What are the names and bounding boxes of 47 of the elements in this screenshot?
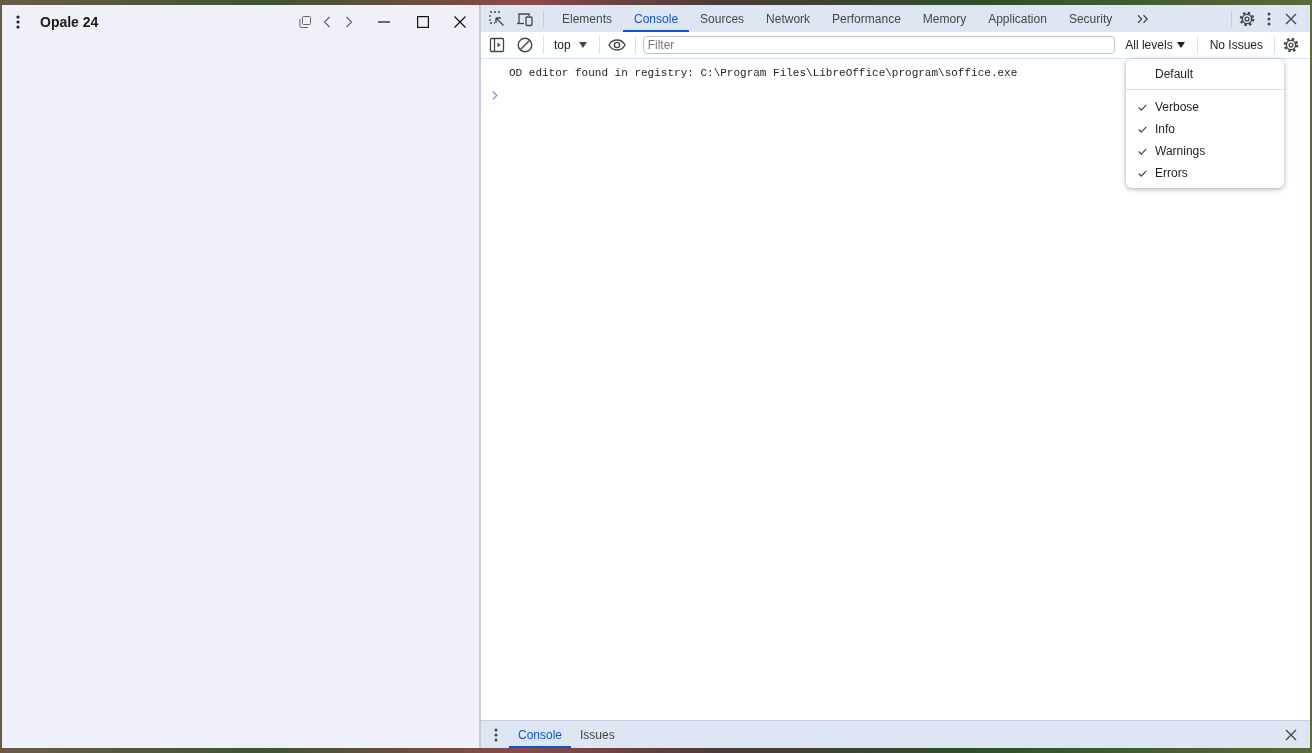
devtools-tab[interactable]: Sources bbox=[689, 5, 756, 32]
close-icon[interactable] bbox=[1285, 728, 1297, 741]
maximize-icon[interactable] bbox=[417, 15, 429, 28]
drawer-tab[interactable]: Issues bbox=[571, 721, 624, 748]
copy-icon[interactable] bbox=[299, 15, 311, 28]
circle-slash-icon[interactable] bbox=[517, 37, 533, 53]
caret-down-icon bbox=[1176, 42, 1185, 48]
eye-icon[interactable] bbox=[607, 39, 626, 51]
minimize-icon[interactable] bbox=[378, 20, 390, 23]
menu-item[interactable]: Info bbox=[1126, 118, 1284, 140]
caret-down-icon bbox=[578, 42, 587, 48]
devtools-tab[interactable]: Network bbox=[755, 5, 822, 32]
close-icon[interactable] bbox=[1285, 12, 1297, 25]
settings-icon[interactable] bbox=[1283, 37, 1299, 53]
menu-item[interactable]: Warnings bbox=[1126, 140, 1284, 162]
menu-icon[interactable] bbox=[16, 14, 20, 29]
console-message: OD editor found in registry: C:\Program Files\LibreOffice\program\soffice.exe bbox=[509, 66, 1018, 81]
device-toolbar-icon[interactable] bbox=[517, 10, 533, 27]
devtools-tab[interactable]: Performance bbox=[821, 5, 912, 32]
inspect-element-icon[interactable] bbox=[489, 10, 505, 27]
menu-item[interactable]: Verbose bbox=[1126, 96, 1284, 118]
check-icon bbox=[1138, 103, 1147, 111]
filter-field[interactable]: Filter bbox=[642, 36, 1116, 54]
devtools-tab[interactable]: Security bbox=[1057, 5, 1124, 32]
menu-icon[interactable] bbox=[1267, 11, 1271, 26]
sidebar-toggle-icon[interactable] bbox=[489, 37, 505, 53]
devtools-tab[interactable]: Application bbox=[977, 5, 1058, 32]
window-title: Opale 24 bbox=[40, 13, 99, 30]
double-chevron-icon[interactable] bbox=[1137, 13, 1151, 24]
check-icon bbox=[1138, 169, 1147, 177]
chevron-left-icon[interactable] bbox=[323, 15, 331, 28]
devtools-tab[interactable]: Memory bbox=[911, 5, 978, 32]
log-levels-dropdown[interactable]: All levels bbox=[1123, 38, 1187, 52]
prompt-chevron-icon bbox=[492, 91, 498, 100]
devtools-tab[interactable]: Elements bbox=[551, 5, 624, 32]
check-icon bbox=[1138, 125, 1147, 133]
menu-item[interactable]: Default bbox=[1126, 63, 1284, 85]
close-icon[interactable] bbox=[454, 15, 466, 28]
drawer-tab[interactable]: Console bbox=[509, 721, 572, 748]
settings-icon[interactable] bbox=[1239, 10, 1255, 27]
menu-icon[interactable] bbox=[494, 727, 498, 742]
context-dropdown[interactable]: top bbox=[552, 38, 591, 52]
issues-button[interactable]: No Issues bbox=[1207, 38, 1265, 52]
devtools-tab[interactable]: Console bbox=[623, 5, 690, 32]
chevron-right-icon[interactable] bbox=[345, 15, 353, 28]
check-icon bbox=[1138, 147, 1147, 155]
menu-item[interactable]: Errors bbox=[1126, 162, 1284, 184]
